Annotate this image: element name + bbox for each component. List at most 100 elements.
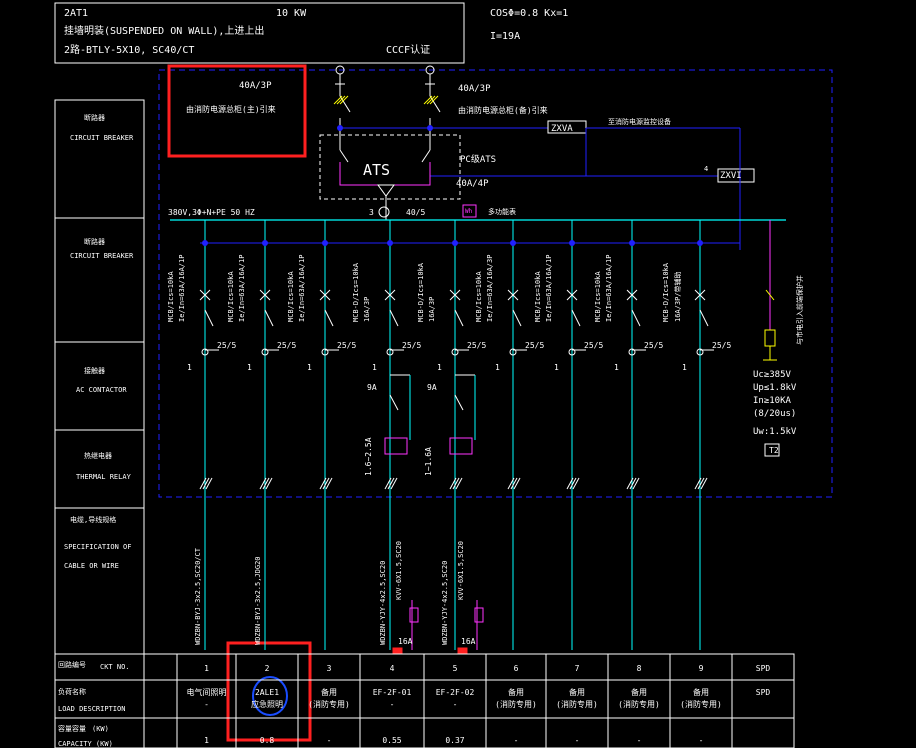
capacity-3: - (326, 736, 332, 745)
ats-blade (339, 149, 349, 163)
ckt-no-6: 6 (513, 664, 519, 673)
breaker-label-9-a: MCB-D/Ics=10kA (662, 262, 670, 322)
ct-phase-6: 1 (495, 363, 500, 372)
side-label-cable-en2: CABLE OR WIRE (64, 562, 119, 570)
row-label-cap-cn: 容量容量 (58, 725, 86, 733)
mounting-note: 挂墙明装(SUSPENDED ON WALL),上进上出 (64, 26, 265, 37)
fuse-rating-4: 16A (398, 637, 413, 646)
row-label-cap-en: CAPACITY (KW) (58, 740, 113, 748)
ats-label: ATS (363, 161, 391, 179)
thermal-relay-4 (384, 437, 408, 455)
phase-hatch-3 (325, 477, 333, 490)
bus-junction-1 (202, 240, 208, 246)
breaker-blade-1 (204, 309, 214, 327)
ats-arrow (377, 184, 395, 197)
bus-junction-4 (387, 240, 393, 246)
load-desc-sub-3: (消防专用) (308, 700, 350, 709)
ckt-no-4: 4 (389, 664, 395, 673)
row-label-desc-en: LOAD DESCRIPTION (58, 705, 126, 713)
ckt-no-3: 3 (326, 664, 332, 673)
load-desc-sub-5: - (452, 700, 458, 709)
breaker-label-6-a: MCB/Ics=10kA (475, 271, 483, 322)
bus-junction-9 (697, 240, 703, 246)
fuse-rating-5: 16A (461, 637, 476, 646)
contactor-blade-5 (454, 394, 464, 411)
incoming-cable: 2路-BTLY-5X10, SC40/CT (64, 45, 195, 56)
drawing-canvas: 2AT1 10 KW 挂墙明装(SUSPENDED ON WALL),上进上出 … (0, 0, 916, 748)
breaker-label-1-b: Ie/In=63A/16A/1P (178, 254, 186, 322)
ct-phase-9: 1 (682, 363, 687, 372)
spd-up: Up≤1.8kV (753, 383, 797, 393)
load-desc-sub-8: (消防专用) (618, 700, 660, 709)
rated-current: I=19A (490, 31, 521, 42)
phase-hatch-8 (632, 477, 640, 490)
capacity-8: - (636, 736, 642, 745)
ct-phase-7: 1 (554, 363, 559, 372)
ct-ratio-6: 25/5 (525, 341, 545, 350)
bus-junction-6 (510, 240, 516, 246)
side-label-cb2-cn: 断路器 (84, 238, 105, 246)
row-label-desc-cn: 负荷名称 (58, 688, 86, 696)
ckt-no-8: 8 (636, 664, 642, 673)
contactor-blade-4 (389, 394, 399, 411)
ct-ratio-9: 25/5 (712, 341, 732, 350)
phase-hatch-1 (205, 477, 213, 490)
zxvi-label: ZXVI (720, 171, 742, 181)
ct-phase-1: 1 (187, 363, 192, 372)
cable-spec-1: WDZBN-BYJ-3x2.5,SC20/CT (194, 548, 202, 645)
fuse-4 (392, 647, 403, 655)
ct-ratio-8: 25/5 (644, 341, 664, 350)
side-label-cb1-cn: 断路器 (84, 114, 105, 122)
ats-blade (421, 149, 431, 163)
phase-hatch-9 (700, 477, 708, 490)
load-desc-4: EF-2F-01 (372, 688, 412, 697)
capacity-2: 0.8 (259, 736, 275, 745)
ckt-no-7: 7 (574, 664, 580, 673)
breaker-label-3-b: Ie/In=63A/16A/1P (298, 254, 306, 322)
breaker-blade-6 (512, 309, 522, 327)
side-label-contactor-cn: 接触器 (84, 367, 105, 375)
ct-ratio-4: 25/5 (402, 341, 422, 350)
spd-uw: Uw:1.5kV (753, 427, 797, 437)
load-desc-sub-4: - (389, 700, 395, 709)
ct-ratio-3: 25/5 (337, 341, 357, 350)
spd-uc: Uc≥385V (753, 370, 791, 380)
side-label-relay-en: THERMAL RELAY (76, 473, 131, 481)
cable-spec-5b: KVV-6X1.5,SC20 (457, 540, 465, 600)
ct-ratio-7: 25/5 (584, 341, 604, 350)
ct-phase-5: 1 (437, 363, 442, 372)
capacity-1: 1 (204, 736, 209, 745)
load-desc-10: SPD (755, 688, 771, 697)
side-cell-relay (54, 429, 145, 509)
side-label-contactor-en: AC CONTACTOR (76, 386, 127, 394)
bus-junction-5 (452, 240, 458, 246)
contactor-rating-4: 9A (367, 383, 377, 392)
row-label-ckt-en: CKT NO. (100, 663, 130, 671)
breaker-blade-7 (571, 309, 581, 327)
breaker-label-9-b: 16A/3P/带辅助 (674, 271, 682, 322)
cert-label: CCCF认证 (386, 45, 431, 56)
zxvi-number: 4 (704, 165, 709, 173)
spd-wave: (8/20us) (753, 409, 797, 419)
side-cell-cable (54, 507, 145, 655)
cable-spec-4b: KVV-6X1.5,SC20 (395, 540, 403, 600)
ckt-no-1: 1 (204, 664, 209, 673)
capacity-9: - (698, 736, 704, 745)
side-label-cable-cn: 电缆,导线规格 (70, 516, 117, 524)
panel-power: 10 KW (276, 8, 307, 19)
load-desc-sub-1: - (204, 700, 209, 709)
phase-hatch-4 (387, 477, 395, 490)
side-label-cb2-en: CIRCUIT BREAKER (70, 252, 134, 260)
relay-rating-5: 1~1.6A (424, 447, 433, 476)
thermal-relay-5 (449, 437, 473, 455)
main-breaker-rating: 40A/3P (239, 81, 272, 91)
contactor-rating-5: 9A (427, 383, 437, 392)
capacity-7: - (574, 736, 580, 745)
phase-hatch-7 (569, 477, 577, 490)
breaker-label-8-a: MCB/Ics=10kA (594, 271, 602, 322)
panel-dashed-border (158, 69, 833, 498)
row-label-ckt-cn: 回路编号 (58, 661, 86, 669)
side-label-relay-cn: 热继电器 (84, 452, 112, 460)
breaker-label-1-a: MCB/Ics=10kA (167, 271, 175, 322)
ct-ratio-5: 25/5 (467, 341, 487, 350)
